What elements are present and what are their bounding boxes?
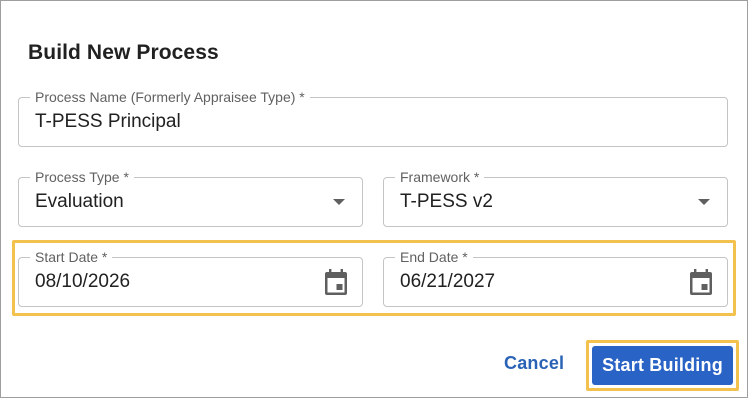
build-process-dialog: Build New Process Process Name (Formerly… (0, 0, 748, 398)
cancel-button[interactable]: Cancel (504, 353, 564, 374)
process-type-select[interactable]: Process Type * Evaluation (18, 168, 363, 227)
dialog-title: Build New Process (28, 41, 219, 64)
process-type-value: Evaluation (35, 191, 124, 212)
end-date-label: End Date * (395, 248, 473, 266)
process-name-label: Process Name (Formerly Appraisee Type) * (30, 88, 310, 106)
start-date-value: 08/10/2026 (35, 271, 131, 292)
process-name-value: T-PESS Principal (35, 111, 181, 132)
start-date-field[interactable]: Start Date * 08/10/2026 (18, 248, 363, 307)
start-building-highlight: Start Building (586, 340, 739, 391)
framework-select[interactable]: Framework * T-PESS v2 (383, 168, 728, 227)
framework-label: Framework * (395, 168, 485, 186)
end-date-value: 06/21/2027 (400, 271, 496, 292)
start-building-button[interactable]: Start Building (592, 346, 733, 385)
framework-value: T-PESS v2 (400, 191, 493, 212)
process-type-label: Process Type * (30, 168, 134, 186)
calendar-icon[interactable] (324, 269, 348, 295)
calendar-icon[interactable] (689, 269, 713, 295)
start-date-label: Start Date * (30, 248, 113, 266)
end-date-field[interactable]: End Date * 06/21/2027 (383, 248, 728, 307)
chevron-down-icon[interactable] (333, 199, 345, 205)
chevron-down-icon[interactable] (698, 199, 710, 205)
process-name-field[interactable]: Process Name (Formerly Appraisee Type) *… (18, 88, 728, 147)
